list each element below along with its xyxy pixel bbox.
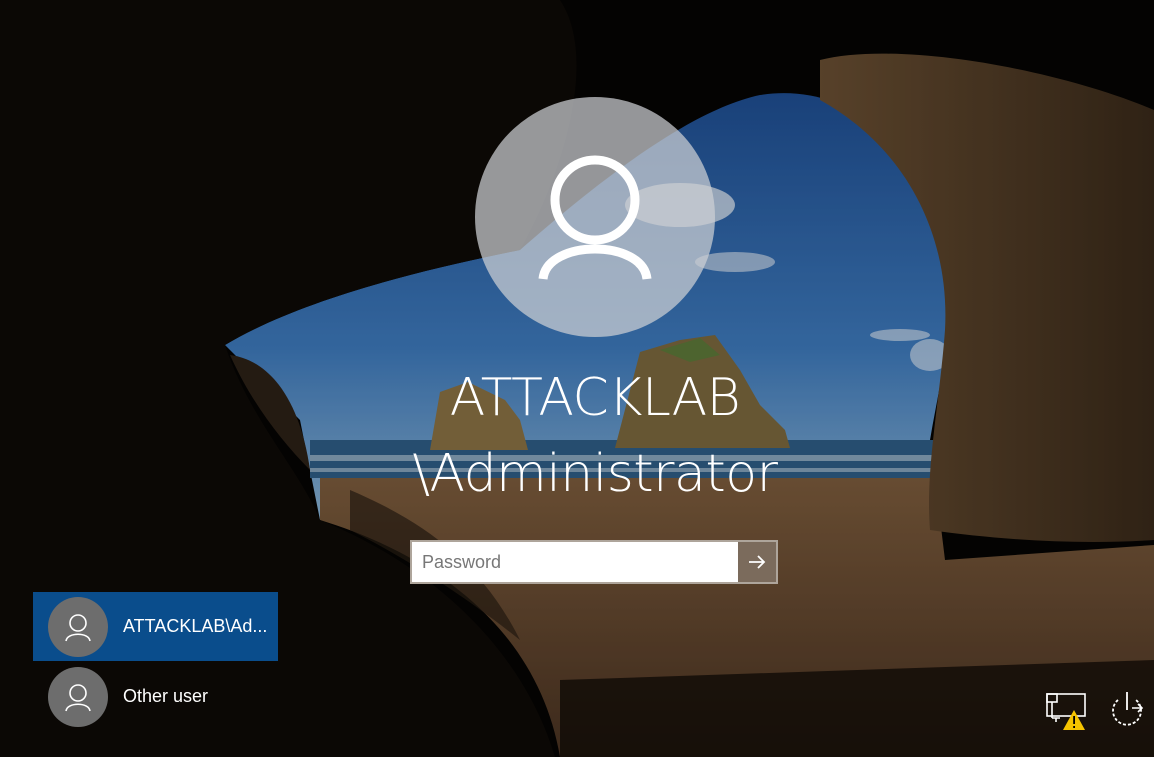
user-tile-avatar bbox=[48, 596, 108, 657]
user-tile-avatar bbox=[48, 666, 108, 727]
power-options-button[interactable] bbox=[1104, 688, 1148, 732]
username-account: \Administrator bbox=[412, 444, 779, 504]
network-warning-icon bbox=[1046, 693, 1086, 730]
username-domain: ATTACKLAB bbox=[449, 368, 741, 428]
signin-username: ATTACKLAB \Administrator bbox=[300, 360, 890, 512]
user-tile-other-user[interactable]: Other user bbox=[33, 662, 278, 731]
password-box bbox=[410, 540, 778, 584]
user-tile-label: Other user bbox=[123, 686, 209, 706]
arrow-right-icon bbox=[749, 555, 766, 569]
person-icon bbox=[538, 155, 652, 281]
power-icon bbox=[1112, 692, 1144, 726]
user-tile-label: ATTACKLAB\Ad... bbox=[123, 616, 268, 636]
password-input[interactable] bbox=[412, 542, 738, 582]
network-status-button[interactable] bbox=[1044, 688, 1088, 732]
person-icon bbox=[65, 683, 91, 711]
user-tile-attacklab-admin[interactable]: ATTACKLAB\Ad... bbox=[33, 592, 278, 661]
submit-password-button[interactable] bbox=[738, 542, 776, 582]
user-avatar-large bbox=[475, 97, 715, 337]
person-icon bbox=[65, 613, 91, 641]
